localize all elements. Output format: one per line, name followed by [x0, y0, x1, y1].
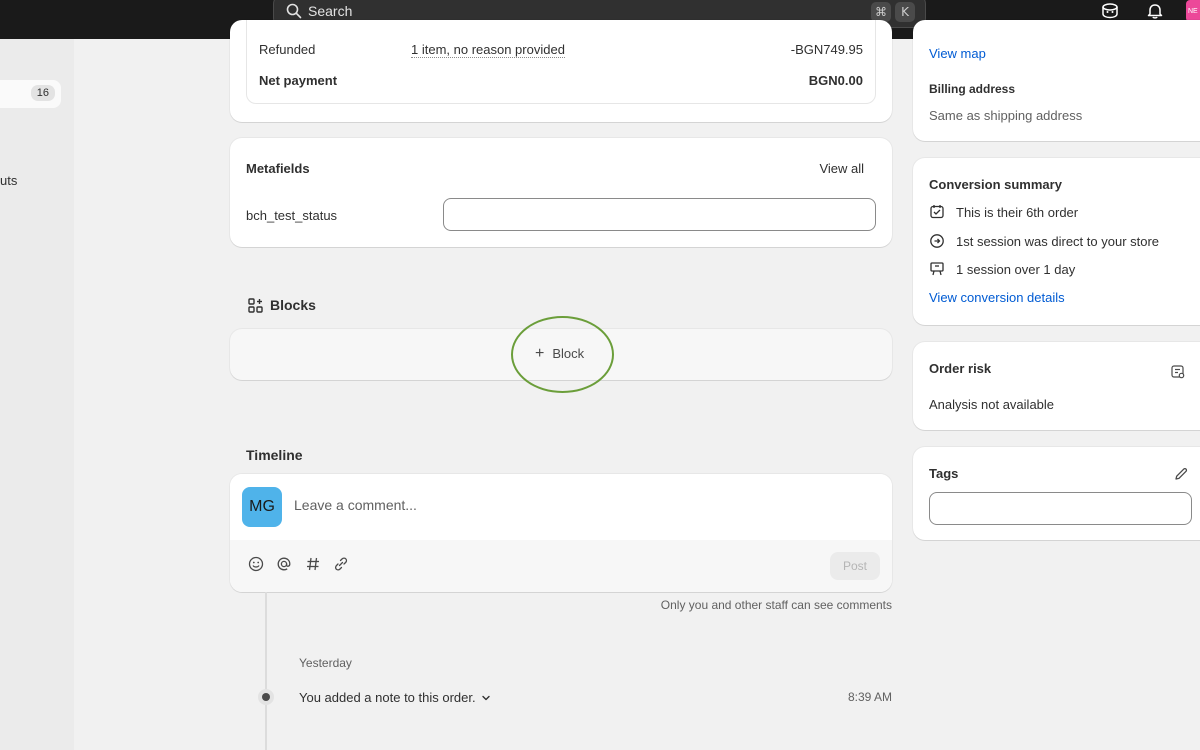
hashtag-icon[interactable] [305, 556, 321, 572]
timeline-event[interactable]: You added a note to this order. [299, 690, 491, 705]
tags-input[interactable] [929, 492, 1192, 525]
search-icon [286, 3, 302, 19]
refunded-amount: -BGN749.95 [790, 42, 863, 57]
conversion-row-text: This is their 6th order [956, 204, 1079, 220]
comment-card: MG Leave a comment... Post [230, 474, 892, 592]
timeline-day-label: Yesterday [299, 656, 352, 670]
conversion-row-duration: 1 session over 1 day [929, 261, 1075, 277]
conversion-summary-title: Conversion summary [929, 177, 1062, 192]
refunded-row: Refunded 1 item, no reason provided -BGN… [259, 42, 863, 58]
conversion-row-orders: This is their 6th order [929, 204, 1078, 220]
staff-avatar: MG [242, 487, 282, 527]
conversion-row-text: 1st session was direct to your store [956, 233, 1160, 249]
shortcut-cmd-key: ⌘ [871, 2, 891, 22]
blocks-icon [248, 297, 263, 313]
sidebar-item-active[interactable]: 16 [0, 80, 61, 108]
store-icon[interactable] [1101, 2, 1119, 20]
order-risk-value: Analysis not available [929, 397, 1055, 412]
blocks-header: Blocks [248, 297, 316, 313]
conversion-row-text: 1 session over 1 day [956, 261, 1076, 277]
conversion-row-session: 1st session was direct to your store [929, 233, 1159, 249]
chevron-down-icon[interactable] [481, 693, 491, 703]
pencil-icon[interactable] [1173, 466, 1189, 482]
staff-visibility-note: Only you and other staff can see comment… [660, 598, 892, 612]
timeline-title: Timeline [246, 447, 303, 463]
highlight-annotation [511, 316, 614, 393]
metafields-title: Metafields [246, 161, 310, 176]
emoji-icon[interactable] [248, 556, 264, 572]
order-risk-card: Order risk Analysis not available [913, 342, 1200, 430]
mention-icon[interactable] [276, 556, 292, 572]
tags-card: Tags [913, 447, 1200, 540]
refunded-label: Refunded [259, 42, 316, 57]
refunded-description[interactable]: 1 item, no reason provided [411, 42, 565, 58]
sidebar-item-badge: 16 [30, 85, 55, 101]
sidebar: 16 uts [0, 39, 74, 750]
view-conversion-details-link[interactable]: View conversion details [929, 290, 1065, 305]
search-placeholder: Search [308, 3, 353, 19]
timeline-event-dot [258, 689, 274, 705]
sidebar-item-label[interactable]: uts [0, 173, 17, 188]
net-payment-amount: BGN0.00 [808, 73, 863, 88]
comment-input[interactable]: Leave a comment... [294, 497, 417, 513]
comment-toolbar: Post [230, 540, 892, 592]
order-count-icon [930, 205, 944, 219]
user-avatar[interactable]: NE [1186, 0, 1200, 22]
net-payment-label: Net payment [259, 73, 338, 88]
order-risk-title: Order risk [929, 361, 992, 376]
payment-card: Refunded 1 item, no reason provided -BGN… [230, 20, 892, 122]
metafields-card: Metafields View all bch_test_status [230, 138, 892, 247]
bell-icon[interactable] [1146, 2, 1164, 20]
risk-info-icon[interactable] [1170, 364, 1186, 380]
tags-title: Tags [929, 466, 959, 481]
comment-composer: MG Leave a comment... [230, 474, 892, 540]
timeline-line [265, 592, 267, 750]
shortcut-k-key: K [895, 2, 915, 22]
direct-session-icon [930, 234, 944, 248]
timeline-event-time: 8:39 AM [847, 690, 892, 704]
metafield-value-input[interactable] [443, 198, 876, 231]
payment-summary: Refunded 1 item, no reason provided -BGN… [246, 20, 876, 104]
billing-address-value: Same as shipping address [929, 108, 1083, 123]
attachment-icon[interactable] [333, 556, 349, 572]
session-duration-icon [930, 262, 944, 276]
customer-address-card: View map Billing address Same as shippin… [913, 20, 1200, 141]
billing-address-title: Billing address [929, 82, 1016, 96]
timeline-event-text: You added a note to this order. [299, 690, 476, 705]
conversion-summary-card: Conversion summary This is their 6th ord… [913, 158, 1200, 325]
net-payment-row: Net payment BGN0.00 [259, 73, 863, 88]
metafield-key: bch_test_status [246, 208, 338, 223]
metafields-view-all-button[interactable]: View all [819, 161, 864, 176]
view-map-link[interactable]: View map [929, 46, 986, 61]
post-button[interactable]: Post [830, 552, 880, 580]
blocks-title: Blocks [270, 297, 316, 313]
